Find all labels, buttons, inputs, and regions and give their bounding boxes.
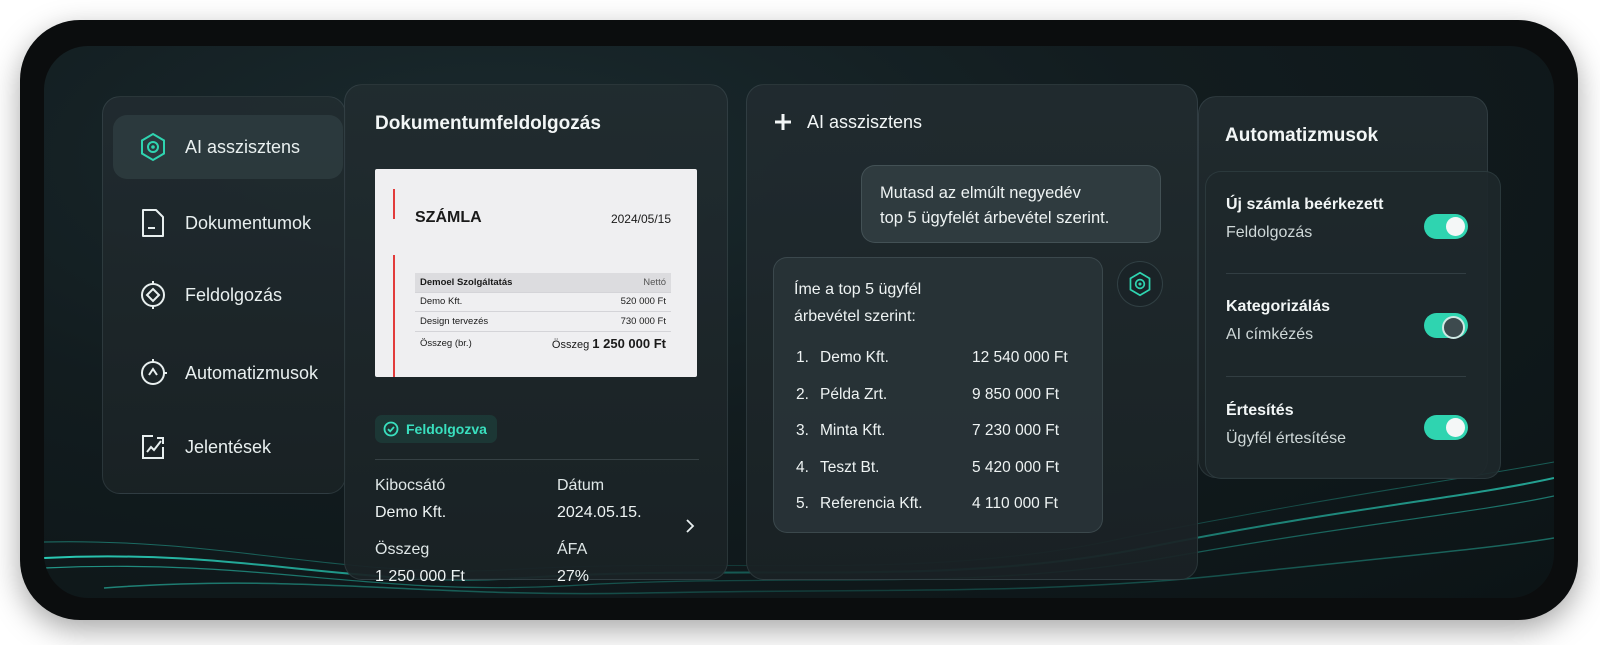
invoice-table-header: Demoel Szolgáltatás Nettó: [415, 273, 671, 293]
sidebar-item-automations[interactable]: Automatizmusok: [113, 341, 343, 405]
divider: [1226, 376, 1466, 377]
list-item: 1. Demo Kft. 12 540 000 Ft: [796, 340, 1076, 377]
invoice-title: SZÁMLA: [415, 209, 482, 226]
assistant-intro-line: Íme a top 5 ügyfél: [794, 281, 922, 298]
processing-icon: [137, 279, 169, 311]
date-value: 2024.05.15.: [557, 504, 642, 521]
ai-assistant-panel: AI asszisztens Mutasd az elmúlt negyedév…: [746, 84, 1198, 580]
invoice-row-label: Design tervezés: [420, 315, 489, 327]
list-item: 5. Referencia Kft. 4 110 000 Ft: [796, 486, 1076, 523]
document-icon: [137, 207, 169, 239]
panel-title: Dokumentumfeldolgozás: [375, 113, 601, 134]
issuer-value: Demo Kft.: [375, 504, 447, 521]
list-item: 3. Minta Kft. 7 230 000 Ft: [796, 413, 1076, 450]
automation-toggle[interactable]: [1424, 214, 1468, 239]
invoice-total-row: Összeg (br.) Összeg 1 250 000 Ft: [415, 332, 671, 356]
tablet-frame: AI asszisztens Dokumentumok Feldolgozás …: [20, 20, 1578, 620]
panel-title: AI asszisztens: [807, 111, 923, 132]
rank-value: 5 420 000 Ft: [972, 458, 1060, 476]
status-badge: Feldolgozva: [375, 415, 497, 443]
user-message-line: top 5 ügyfelét árbevétel szerint.: [880, 209, 1110, 227]
table-row: Design tervezés 730 000 Ft: [415, 312, 671, 332]
rank-number: 5.: [796, 495, 809, 513]
invoice-row-value: 520 000 Ft: [620, 296, 666, 308]
issuer-label: Kibocsátó: [375, 477, 446, 494]
rank-name: Demo Kft.: [820, 349, 889, 367]
assistant-message-bubble: Íme a top 5 ügyfél árbevétel szerint: 1.…: [773, 257, 1103, 533]
sidebar-item-label: Feldolgozás: [185, 284, 283, 305]
date-label: Dátum: [557, 477, 605, 494]
assistant-avatar: [1117, 261, 1163, 307]
chevron-right-icon[interactable]: [683, 519, 697, 533]
rank-value: 7 230 000 Ft: [972, 422, 1060, 440]
automations-panel: Automatizmusok Új számla beérkezett Feld…: [1198, 96, 1501, 479]
rank-number: 1.: [796, 349, 809, 367]
sidebar-item-processing[interactable]: Feldolgozás: [113, 263, 343, 327]
user-message-bubble: Mutasd az elmúlt negyedév top 5 ügyfelét…: [861, 165, 1161, 243]
sidebar-item-documents[interactable]: Dokumentumok: [113, 191, 343, 255]
rank-name: Példa Zrt.: [820, 385, 888, 403]
rank-name: Referencia Kft.: [820, 495, 923, 513]
plus-icon[interactable]: [773, 112, 793, 132]
amount-label: Összeg: [375, 541, 430, 558]
automation-title: Új számla beérkezett: [1226, 196, 1384, 213]
automation-toggle[interactable]: [1424, 415, 1468, 440]
invoice-header-label: Demoel Szolgáltatás: [420, 276, 513, 288]
invoice-accent-line: [393, 189, 395, 219]
invoice-preview[interactable]: SZÁMLA 2024/05/15 Demoel Szolgáltatás Ne…: [375, 169, 697, 377]
automation-icon: [137, 357, 169, 389]
rank-name: Minta Kft.: [820, 422, 886, 440]
rank-value: 4 110 000 Ft: [972, 495, 1058, 513]
rank-number: 4.: [796, 458, 809, 476]
amount-value: 1 250 000 Ft: [375, 568, 465, 585]
sidebar-item-label: Jelentések: [185, 436, 272, 457]
sidebar-item-reports[interactable]: Jelentések: [113, 415, 343, 479]
status-badge-label: Feldolgozva: [406, 421, 487, 437]
reports-icon: [137, 431, 169, 463]
panel-title: Automatizmusok: [1225, 125, 1379, 146]
invoice-total: Összeg 1 250 000 Ft: [552, 336, 666, 351]
rank-number: 3.: [796, 422, 809, 440]
invoice-row-label: Demo Kft.: [420, 296, 463, 308]
rank-name: Teszt Bt.: [820, 458, 880, 476]
ai-assistant-icon: [1129, 271, 1151, 297]
invoice-total-prefix: Összeg: [551, 339, 590, 351]
rank-number: 2.: [796, 385, 809, 403]
app-screen: AI asszisztens Dokumentumok Feldolgozás …: [44, 46, 1554, 598]
automation-list: Új számla beérkezett Feldolgozás Kategor…: [1205, 171, 1501, 479]
ai-panel-header: AI asszisztens: [773, 109, 922, 135]
list-item: 4. Teszt Bt. 5 420 000 Ft: [796, 450, 1076, 487]
divider: [1226, 273, 1466, 274]
vat-value: 27%: [557, 568, 590, 585]
sidebar-item-label: Dokumentumok: [185, 212, 312, 233]
invoice-total-value: 1 250 000 Ft: [592, 336, 666, 351]
sidebar-item-ai-assistant[interactable]: AI asszisztens: [113, 115, 343, 179]
table-row: Demo Kft. 520 000 Ft: [415, 293, 671, 312]
list-item: 2. Példa Zrt. 9 850 000 Ft: [796, 377, 1076, 414]
invoice-table: Demoel Szolgáltatás Nettó Demo Kft. 520 …: [415, 273, 671, 356]
invoice-header-value: Nettó: [643, 276, 666, 288]
vat-label: ÁFA: [557, 541, 588, 558]
invoice-row-value: 730 000 Ft: [620, 315, 666, 327]
assistant-intro-line: árbevétel szerint:: [794, 308, 916, 325]
user-message-line: Mutasd az elmúlt negyedév: [880, 184, 1081, 202]
ranking-list: 1. Demo Kft. 12 540 000 Ft 2. Példa Zrt.…: [796, 340, 1076, 523]
ai-assistant-icon: [137, 131, 169, 163]
divider: [375, 459, 699, 460]
invoice-date: 2024/05/15: [610, 212, 671, 226]
sidebar: AI asszisztens Dokumentumok Feldolgozás …: [102, 96, 346, 494]
invoice-accent-line: [393, 255, 395, 377]
rank-value: 9 850 000 Ft: [972, 385, 1060, 403]
check-circle-icon: [383, 421, 399, 437]
sidebar-item-label: Automatizmusok: [185, 362, 319, 383]
document-processing-panel: Dokumentumfeldolgozás SZÁMLA 2024/05/15 …: [344, 84, 728, 585]
sidebar-item-label: AI asszisztens: [185, 136, 301, 157]
invoice-total-label: Összeg (br.): [420, 338, 472, 349]
rank-value: 12 540 000 Ft: [972, 349, 1068, 367]
automation-toggle[interactable]: [1424, 313, 1468, 339]
